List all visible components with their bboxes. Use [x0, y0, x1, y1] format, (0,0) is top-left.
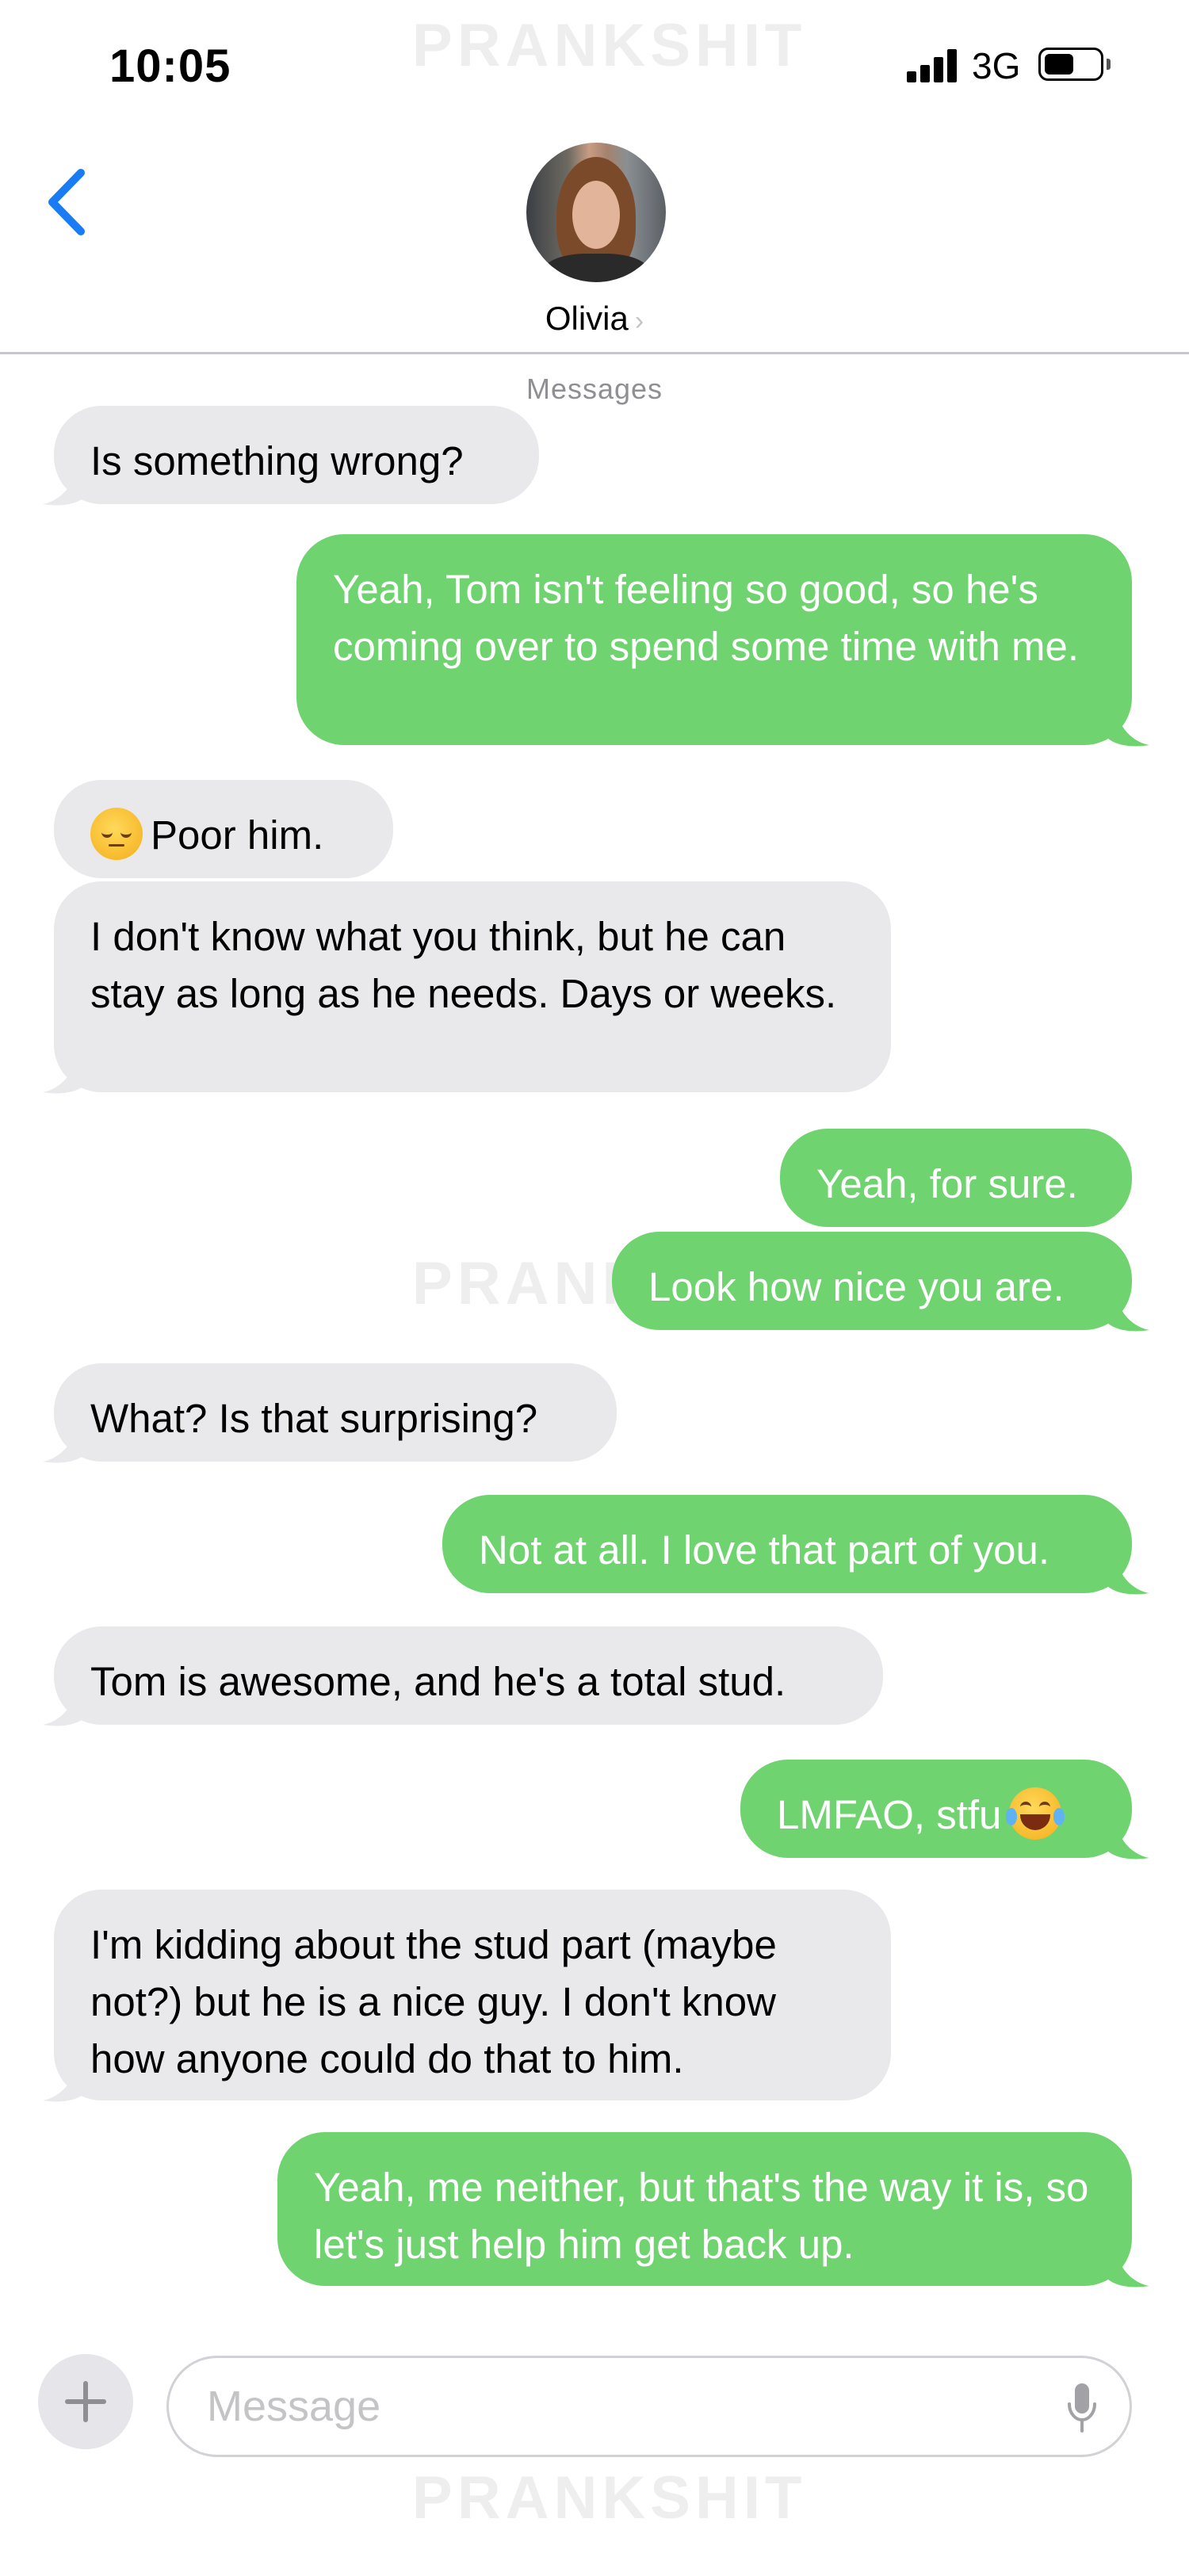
pensive-face-emoji — [90, 808, 143, 860]
bubble-tail-sent — [1105, 1814, 1149, 1859]
message-text: Poor him. — [151, 812, 324, 858]
bubble-tail-received — [43, 1417, 87, 1463]
bubble-tail-received — [43, 2056, 87, 2102]
message-bubble-received[interactable]: Is something wrong? — [54, 406, 539, 504]
message-text: I don't know what you think, but he can … — [90, 914, 837, 1016]
status-time: 10:05 — [109, 40, 231, 92]
bubble-tail-sent — [1105, 1549, 1149, 1595]
add-attachment-button[interactable] — [38, 2354, 133, 2449]
message-bubble-sent[interactable]: Yeah, me neither, but that's the way it … — [277, 2132, 1132, 2286]
contact-avatar[interactable] — [526, 143, 666, 282]
contact-name: Olivia — [545, 300, 629, 337]
back-button[interactable] — [41, 166, 97, 238]
header-divider — [0, 352, 1189, 354]
signal-strength-icon — [907, 49, 958, 82]
message-text: Not at all. I love that part of you. — [479, 1527, 1050, 1573]
bubble-tail-sent — [1105, 1286, 1149, 1332]
battery-nub — [1107, 59, 1111, 70]
message-bubble-sent[interactable]: Not at all. I love that part of you. — [442, 1495, 1132, 1593]
message-text: Tom is awesome, and he's a total stud. — [90, 1659, 786, 1704]
message-bubble-sent[interactable]: Yeah, for sure. — [780, 1129, 1132, 1227]
message-bubble-sent[interactable]: Yeah, Tom isn't feeling so good, so he's… — [296, 534, 1132, 745]
message-bubble-received[interactable]: I'm kidding about the stud part (maybe n… — [54, 1890, 891, 2100]
message-text: I'm kidding about the stud part (maybe n… — [90, 1922, 777, 2081]
battery-icon — [1038, 48, 1103, 81]
message-field[interactable] — [166, 2356, 1132, 2457]
network-type: 3G — [972, 45, 1021, 86]
watermark-bottom: PRANKSHIT — [412, 2464, 807, 2532]
message-input[interactable] — [205, 2377, 1001, 2436]
message-bubble-sent[interactable]: LMFAO, stfu — [740, 1760, 1132, 1858]
message-text: Look how nice you are. — [648, 1264, 1065, 1309]
chevron-right-icon: › — [634, 306, 644, 336]
message-text: Is something wrong? — [90, 438, 464, 483]
bubble-tail-received — [43, 460, 87, 506]
message-bubble-received[interactable]: What? Is that surprising? — [54, 1363, 617, 1462]
chevron-left-icon — [48, 169, 85, 235]
message-bubble-received[interactable]: I don't know what you think, but he can … — [54, 881, 891, 1092]
bubble-tail-received — [43, 1680, 87, 1726]
message-text: Yeah, me neither, but that's the way it … — [314, 2165, 1089, 2267]
message-text: Yeah, for sure. — [816, 1161, 1078, 1206]
message-bubble-received[interactable]: Poor him. — [54, 780, 393, 878]
message-bubble-sent[interactable]: Look how nice you are. — [612, 1232, 1132, 1330]
tears-of-joy-emoji — [1006, 1787, 1065, 1840]
message-text: Yeah, Tom isn't feeling so good, so he's… — [333, 567, 1080, 669]
contact-name-button[interactable]: Olivia › — [0, 300, 1189, 338]
bubble-tail-received — [43, 1048, 87, 1094]
message-text: What? Is that surprising? — [90, 1396, 538, 1441]
bubble-tail-sent — [1105, 2242, 1149, 2287]
service-label: Messages — [526, 373, 663, 405]
watermark-top: PRANKSHIT — [412, 12, 807, 79]
message-bubble-received[interactable]: Tom is awesome, and he's a total stud. — [54, 1626, 883, 1725]
microphone-icon[interactable] — [1066, 2382, 1098, 2434]
message-text: LMFAO, stfu — [777, 1792, 1002, 1837]
bubble-tail-sent — [1105, 701, 1149, 747]
